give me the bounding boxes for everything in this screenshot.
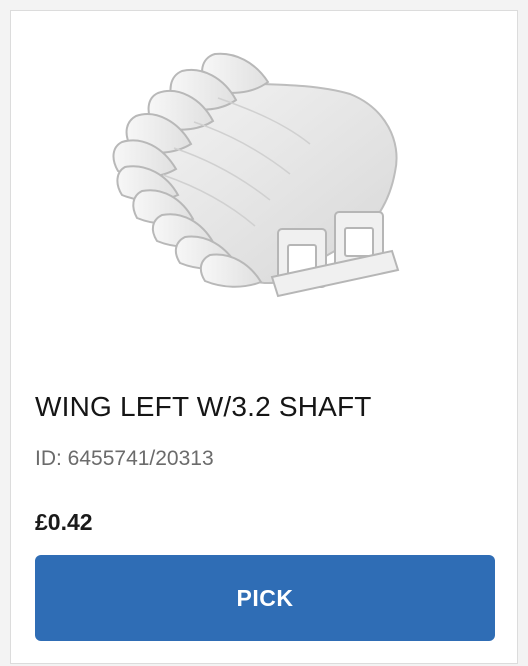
pick-button[interactable]: PICK: [35, 555, 495, 641]
product-id: ID: 6455741/20313: [35, 447, 214, 470]
product-card: WING LEFT W/3.2 SHAFT ID: 6455741/20313 …: [10, 10, 518, 664]
product-price: £0.42: [35, 509, 93, 535]
wing-brick-icon: [112, 52, 400, 298]
product-title: WING LEFT W/3.2 SHAFT: [35, 391, 372, 422]
product-image[interactable]: [11, 11, 519, 341]
